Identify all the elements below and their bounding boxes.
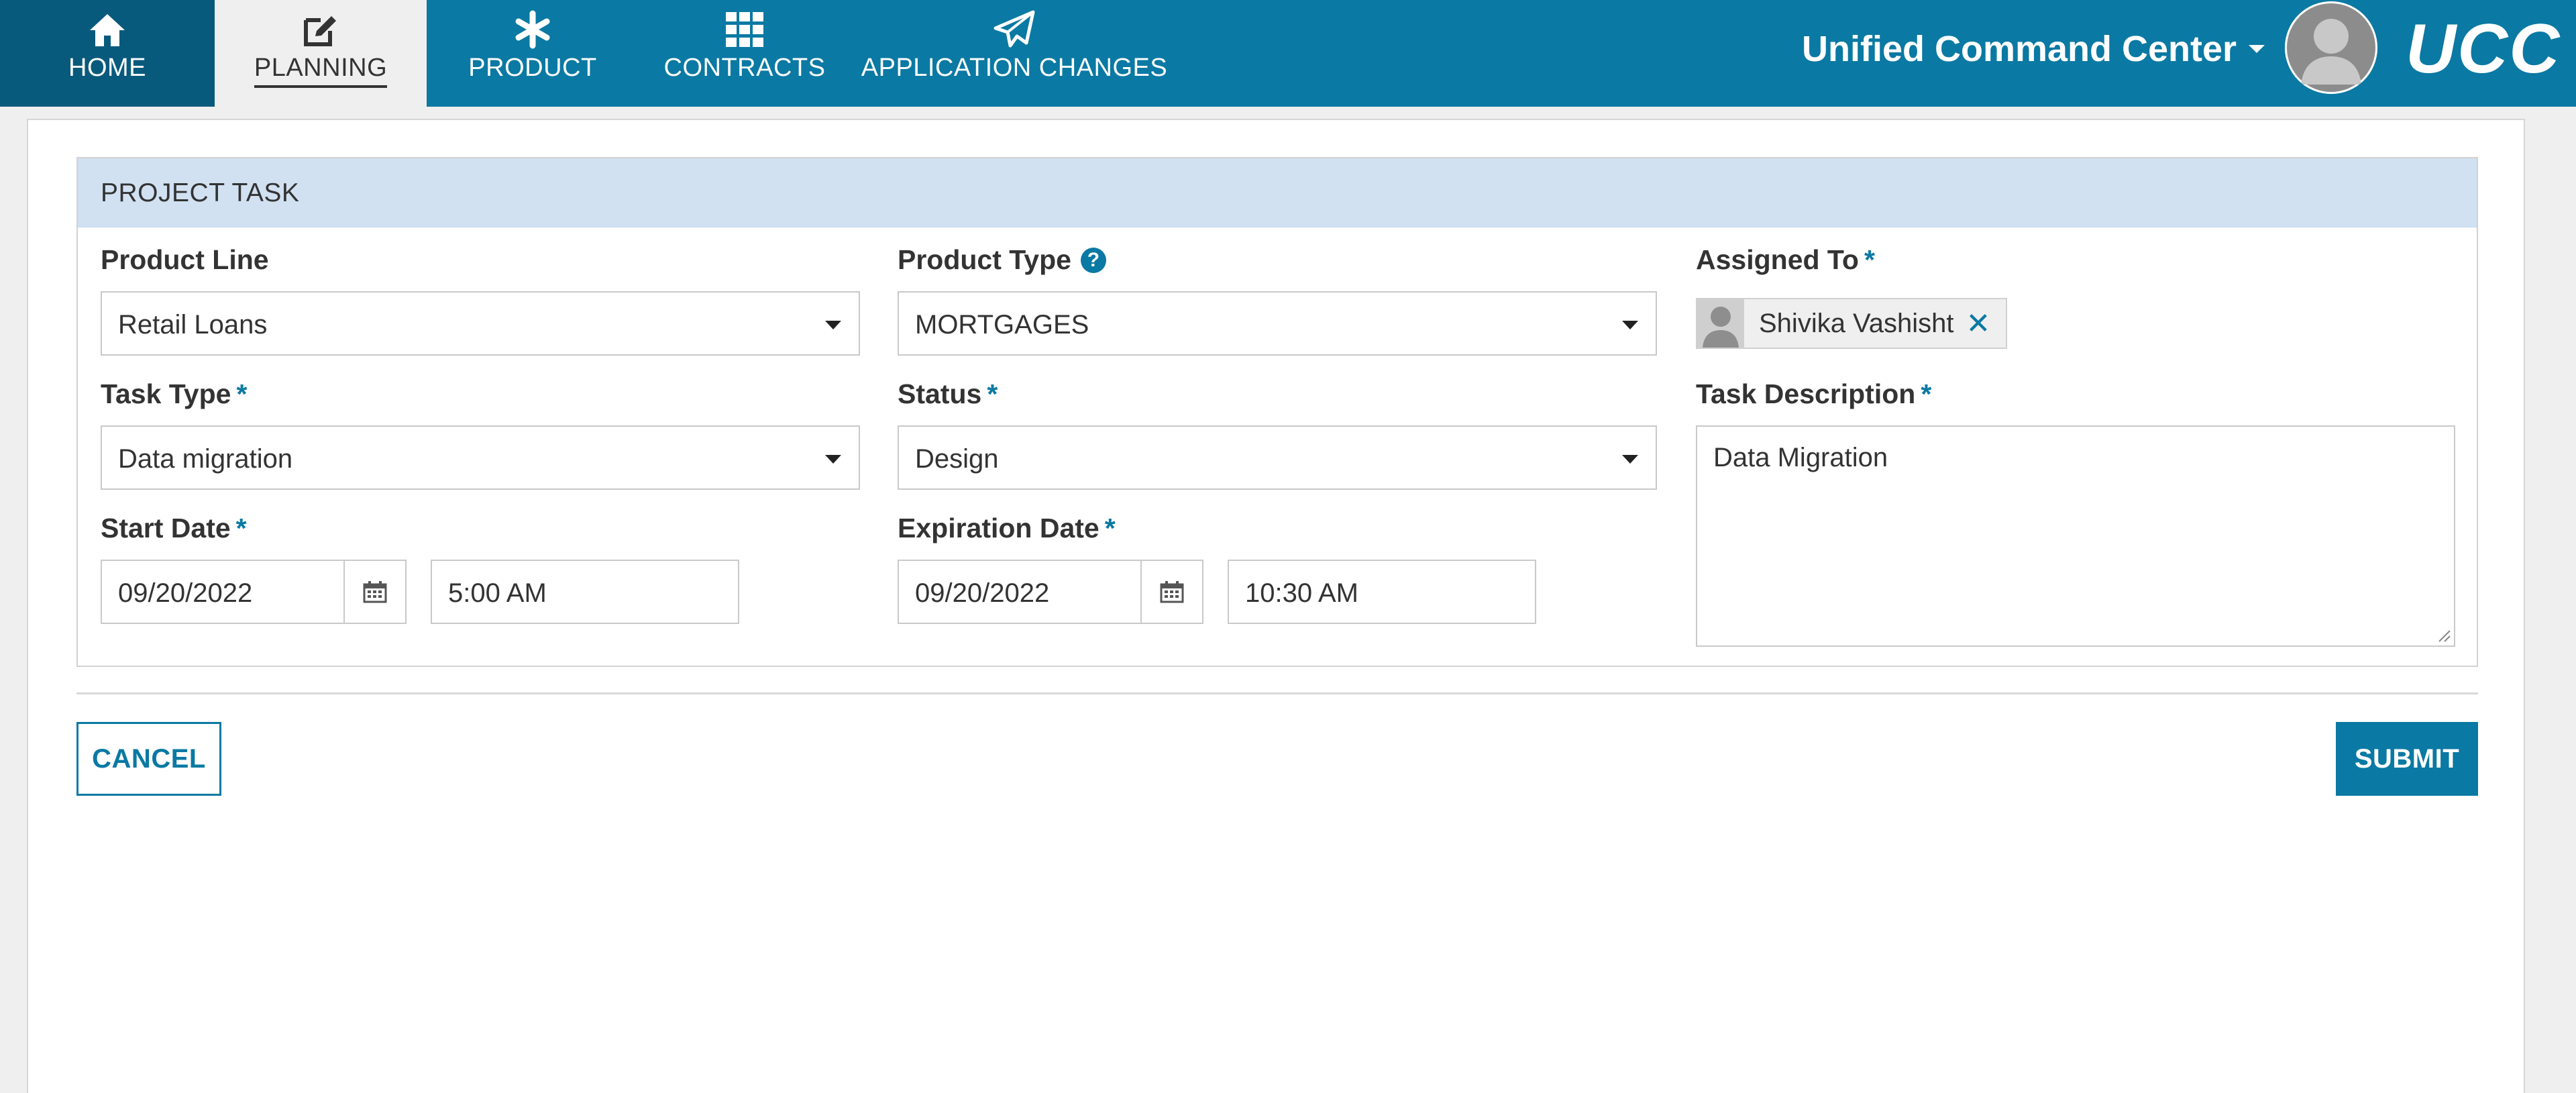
resize-grip-icon[interactable] bbox=[2436, 628, 2451, 643]
chevron-down-icon bbox=[2249, 45, 2265, 53]
nav-tab-contracts[interactable]: CONTRACTS bbox=[639, 0, 851, 107]
task-description-label: Task Description * bbox=[1696, 378, 1932, 409]
start-date-value: 09/20/2022 bbox=[118, 578, 253, 608]
nav-tab-label: PLANNING bbox=[254, 54, 388, 88]
asterisk-icon bbox=[511, 8, 554, 51]
section-divider bbox=[76, 692, 2478, 694]
start-time-input[interactable]: 5:00 AM bbox=[431, 560, 739, 624]
expiration-date-label: Expiration Date * bbox=[898, 513, 1116, 543]
required-marker: * bbox=[235, 513, 247, 543]
app-switcher-dropdown[interactable]: Unified Command Center bbox=[1802, 24, 2265, 74]
top-navigation-bar: HOME PLANNING PRODUCT CONTRACTS APPLICAT… bbox=[0, 0, 2576, 107]
required-marker: * bbox=[236, 378, 248, 409]
task-description-value: Data Migration bbox=[1713, 443, 1888, 472]
product-type-label: Product Type ? bbox=[898, 244, 1106, 276]
help-icon[interactable]: ? bbox=[1080, 247, 1106, 273]
panel-header: PROJECT TASK bbox=[78, 158, 2477, 227]
nav-tab-label: APPLICATION CHANGES bbox=[861, 54, 1168, 82]
caret-down-icon bbox=[1622, 455, 1638, 464]
nav-tab-product[interactable]: PRODUCT bbox=[427, 0, 639, 107]
product-line-value: Retail Loans bbox=[118, 310, 268, 340]
avatar bbox=[1697, 299, 1744, 348]
required-marker: * bbox=[1104, 513, 1116, 543]
expiration-date-calendar-button[interactable] bbox=[1140, 560, 1203, 624]
ucc-logo: UCC bbox=[2406, 10, 2561, 88]
caret-down-icon bbox=[825, 321, 841, 329]
task-type-value: Data migration bbox=[118, 444, 293, 474]
expiration-time-input[interactable]: 10:30 AM bbox=[1228, 560, 1536, 624]
remove-user-icon[interactable]: ✕ bbox=[1966, 307, 1991, 341]
product-type-value: MORTGAGES bbox=[915, 310, 1089, 340]
expiration-date-input[interactable]: 09/20/2022 bbox=[898, 560, 1142, 624]
required-marker: * bbox=[1921, 378, 1932, 409]
start-date-input[interactable]: 09/20/2022 bbox=[101, 560, 345, 624]
product-type-select[interactable]: MORTGAGES bbox=[898, 291, 1657, 356]
expiration-date-value: 09/20/2022 bbox=[915, 578, 1050, 608]
assigned-to-label: Assigned To * bbox=[1696, 244, 1875, 275]
calendar-icon bbox=[1160, 581, 1184, 603]
status-label: Status * bbox=[898, 378, 998, 409]
home-icon bbox=[86, 8, 129, 51]
start-date-label: Start Date * bbox=[101, 513, 247, 543]
caret-down-icon bbox=[825, 455, 841, 464]
start-date-calendar-button[interactable] bbox=[343, 560, 407, 624]
section-title: PROJECT TASK bbox=[101, 178, 300, 207]
assigned-user-chip: Shivika Vashisht ✕ bbox=[1696, 298, 2007, 349]
start-time-value: 5:00 AM bbox=[448, 578, 547, 608]
paper-plane-icon bbox=[993, 8, 1036, 51]
nav-tab-label: CONTRACTS bbox=[663, 54, 826, 82]
task-type-select[interactable]: Data migration bbox=[101, 425, 860, 490]
product-line-select[interactable]: Retail Loans bbox=[101, 291, 860, 356]
calendar-icon bbox=[363, 581, 387, 603]
grid-icon bbox=[723, 8, 766, 51]
required-marker: * bbox=[1864, 244, 1875, 275]
task-type-label: Task Type * bbox=[101, 378, 248, 409]
edit-icon bbox=[299, 8, 342, 51]
content-card: PROJECT TASK Product Line Retail Loans P… bbox=[27, 119, 2525, 1093]
nav-tab-application-changes[interactable]: APPLICATION CHANGES bbox=[851, 0, 1178, 107]
caret-down-icon bbox=[1622, 321, 1638, 329]
product-line-label: Product Line bbox=[101, 244, 269, 275]
nav-tab-planning[interactable]: PLANNING bbox=[215, 0, 427, 107]
app-switcher-label: Unified Command Center bbox=[1802, 29, 2237, 69]
cancel-button[interactable]: CANCEL bbox=[76, 722, 221, 796]
nav-tab-label: HOME bbox=[68, 54, 146, 82]
expiration-time-value: 10:30 AM bbox=[1245, 578, 1359, 608]
nav-tab-label: PRODUCT bbox=[468, 54, 597, 82]
submit-button[interactable]: SUBMIT bbox=[2336, 722, 2478, 796]
assigned-user-name: Shivika Vashisht bbox=[1759, 308, 1954, 338]
status-select[interactable]: Design bbox=[898, 425, 1657, 490]
status-value: Design bbox=[915, 444, 999, 474]
task-description-textarea[interactable]: Data Migration bbox=[1696, 425, 2455, 647]
required-marker: * bbox=[987, 378, 998, 409]
user-avatar[interactable] bbox=[2285, 1, 2377, 94]
nav-tab-home[interactable]: HOME bbox=[0, 0, 215, 107]
